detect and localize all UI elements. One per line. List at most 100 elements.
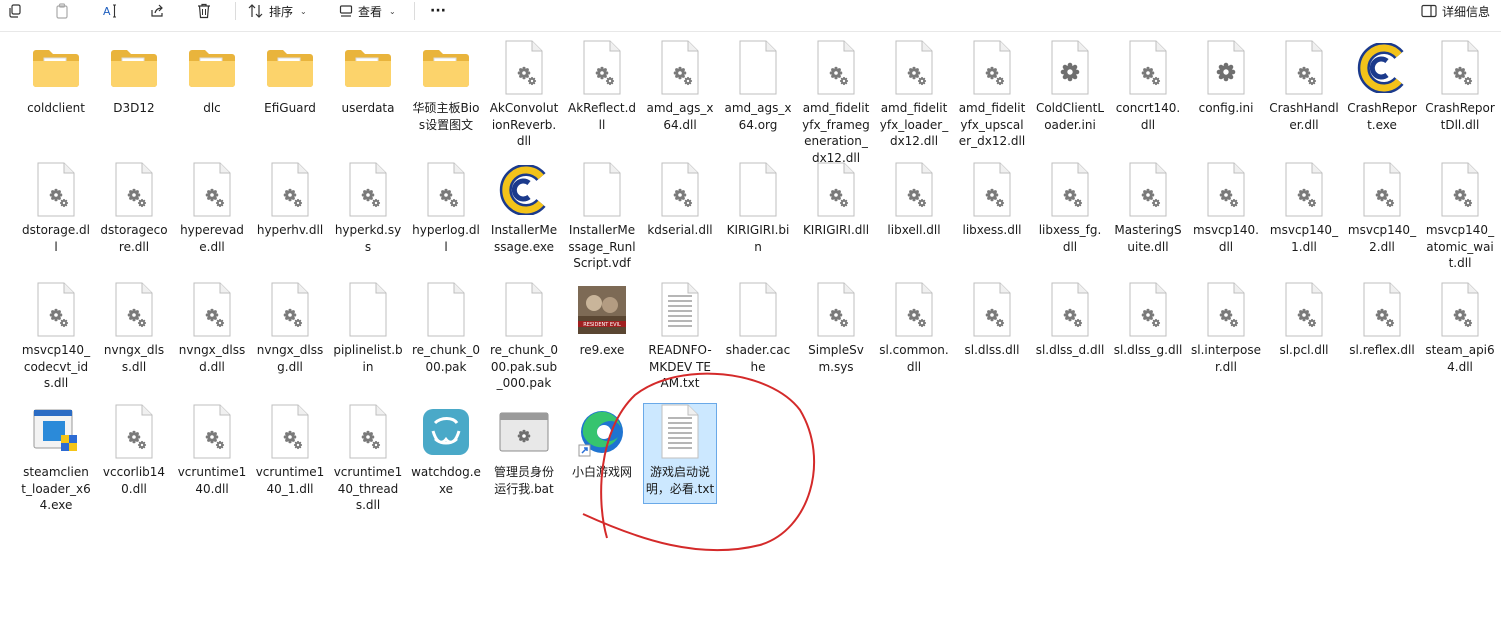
file-item[interactable]: AkConvolutionReverb.dll bbox=[488, 40, 560, 150]
file-item[interactable]: steam_api64.dll bbox=[1424, 282, 1496, 375]
dll-icon bbox=[186, 282, 238, 338]
file-item[interactable]: amd_ags_x64.org bbox=[722, 40, 794, 133]
file-item[interactable]: amd_fidelityfx_loader_dx12.dll bbox=[878, 40, 950, 150]
file-item[interactable]: sl.common.dll bbox=[878, 282, 950, 375]
file-item[interactable]: nvngx_dlssg.dll bbox=[254, 282, 326, 375]
file-item[interactable]: config.ini bbox=[1190, 40, 1262, 117]
file-item[interactable]: sl.dlss_d.dll bbox=[1034, 282, 1106, 359]
file-item[interactable]: amd_ags_x64.dll bbox=[644, 40, 716, 133]
dll-icon bbox=[498, 40, 550, 96]
file-item[interactable]: sl.reflex.dll bbox=[1346, 282, 1418, 359]
file-item[interactable]: dstorage.dll bbox=[20, 162, 92, 255]
file-item[interactable]: msvcp140_atomic_wait.dll bbox=[1424, 162, 1496, 272]
file-item[interactable]: KIRIGIRI.dll bbox=[800, 162, 872, 239]
copy-button[interactable] bbox=[8, 2, 22, 20]
file-item[interactable]: amd_fidelityfx_framegeneration_dx12.dll bbox=[800, 40, 872, 166]
file-item[interactable]: vcruntime140.dll bbox=[176, 404, 248, 497]
dll-icon bbox=[1122, 162, 1174, 218]
file-name: msvcp140_2.dll bbox=[1347, 223, 1417, 254]
file-item[interactable]: msvcp140.dll bbox=[1190, 162, 1262, 255]
ini-icon bbox=[1044, 40, 1096, 96]
paste-icon bbox=[56, 3, 68, 19]
file-item[interactable]: re_chunk_000.pak.sub_000.pak bbox=[488, 282, 560, 392]
file-item[interactable]: vcruntime140_threads.dll bbox=[332, 404, 404, 514]
dll-icon bbox=[264, 282, 316, 338]
file-name: D3D12 bbox=[113, 101, 155, 115]
file-item[interactable]: libxell.dll bbox=[878, 162, 950, 239]
file-item[interactable]: hyperevade.dll bbox=[176, 162, 248, 255]
file-item[interactable]: concrt140.dll bbox=[1112, 40, 1184, 133]
dll-icon bbox=[108, 404, 160, 460]
file-item[interactable]: userdata bbox=[332, 40, 404, 117]
chevron-down-icon: ⌄ bbox=[389, 6, 396, 16]
file-item[interactable]: shader.cache bbox=[722, 282, 794, 375]
file-item[interactable]: sl.interposer.dll bbox=[1190, 282, 1262, 375]
file-item[interactable]: kdserial.dll bbox=[644, 162, 716, 239]
file-item[interactable]: CrashReport.exe bbox=[1346, 40, 1418, 133]
file-item[interactable]: D3D12 bbox=[98, 40, 170, 117]
file-item[interactable]: sl.dlss_g.dll bbox=[1112, 282, 1184, 359]
file-item[interactable]: 小白游戏网 bbox=[566, 404, 638, 481]
file-item[interactable]: steamclient_loader_x64.exe bbox=[20, 404, 92, 514]
file-item[interactable]: nvngx_dlssd.dll bbox=[176, 282, 248, 375]
file-item[interactable]: 华硕主板Bios设置图文 bbox=[410, 40, 482, 133]
file-item[interactable]: EfiGuard bbox=[254, 40, 326, 117]
paste-button[interactable] bbox=[55, 2, 69, 20]
file-item[interactable]: dlc bbox=[176, 40, 248, 117]
copy-icon bbox=[9, 4, 21, 18]
delete-button[interactable] bbox=[197, 2, 211, 20]
file-item[interactable]: sl.pcl.dll bbox=[1268, 282, 1340, 359]
view-label: 查看 bbox=[358, 4, 383, 19]
more-options-button[interactable]: ··· bbox=[430, 2, 446, 20]
sort-button[interactable]: 排序 ⌄ bbox=[248, 2, 307, 20]
txt-icon bbox=[654, 282, 706, 338]
file-item[interactable]: MasteringSuite.dll bbox=[1112, 162, 1184, 255]
rename-button[interactable]: A bbox=[102, 2, 118, 20]
file-item[interactable]: dstoragecore.dll bbox=[98, 162, 170, 255]
file-item[interactable]: 游戏启动说明，必看.txt bbox=[643, 402, 717, 505]
file-item[interactable]: nvngx_dlss.dll bbox=[98, 282, 170, 375]
file-name: libxess_fg.dll bbox=[1038, 223, 1102, 254]
share-button[interactable] bbox=[149, 2, 165, 20]
file-item[interactable]: CrashHandler.dll bbox=[1268, 40, 1340, 133]
file-item[interactable]: 管理员身份运行我.bat bbox=[488, 404, 560, 497]
file-item[interactable]: hyperhv.dll bbox=[254, 162, 326, 239]
file-name: amd_fidelityfx_loader_dx12.dll bbox=[879, 101, 949, 149]
file-item[interactable]: ColdClientLoader.ini bbox=[1034, 40, 1106, 133]
file-item[interactable]: libxess.dll bbox=[956, 162, 1028, 239]
file-item[interactable]: hyperlog.dll bbox=[410, 162, 482, 255]
file-name: concrt140.dll bbox=[1115, 101, 1181, 132]
file-item[interactable]: msvcp140_2.dll bbox=[1346, 162, 1418, 255]
file-item[interactable]: SimpleSvm.sys bbox=[800, 282, 872, 375]
view-button[interactable]: 查看 ⌄ bbox=[339, 2, 396, 20]
file-item[interactable]: piplinelist.bin bbox=[332, 282, 404, 375]
file-item[interactable]: vccorlib140.dll bbox=[98, 404, 170, 497]
file-name: KIRIGIRI.dll bbox=[802, 223, 870, 237]
file-item[interactable]: vcruntime140_1.dll bbox=[254, 404, 326, 497]
file-item[interactable]: libxess_fg.dll bbox=[1034, 162, 1106, 255]
bat-icon bbox=[498, 404, 550, 460]
more-icon: ··· bbox=[430, 3, 446, 19]
toolbar-divider bbox=[235, 2, 236, 20]
file-item[interactable]: CrashReportDll.dll bbox=[1424, 40, 1496, 133]
file-item[interactable]: coldclient bbox=[20, 40, 92, 117]
file-item[interactable]: KIRIGIRI.bin bbox=[722, 162, 794, 255]
file-item[interactable]: amd_fidelityfx_upscaler_dx12.dll bbox=[956, 40, 1028, 150]
file-item[interactable]: READNFO-MKDEV TEAM.txt bbox=[644, 282, 716, 392]
file-item[interactable]: AkReflect.dll bbox=[566, 40, 638, 133]
file-item[interactable]: InstallerMessage_RunlScript.vdf bbox=[566, 162, 638, 272]
file-name: hyperhv.dll bbox=[256, 223, 324, 237]
file-item[interactable]: watchdog.exe bbox=[410, 404, 482, 497]
file-name: re9.exe bbox=[579, 343, 625, 357]
folder-icon bbox=[108, 40, 160, 96]
file-item[interactable]: hyperkd.sys bbox=[332, 162, 404, 255]
file-item[interactable]: InstallerMessage.exe bbox=[488, 162, 560, 255]
file-item[interactable]: msvcp140_1.dll bbox=[1268, 162, 1340, 255]
details-pane-button[interactable]: 详细信息 bbox=[1421, 2, 1490, 20]
file-item[interactable]: sl.dlss.dll bbox=[956, 282, 1028, 359]
file-item[interactable]: msvcp140_codecvt_ids.dll bbox=[20, 282, 92, 392]
dll-icon bbox=[1278, 40, 1330, 96]
file-item[interactable]: RESIDENT EVIL re9.exe bbox=[566, 282, 638, 359]
command-bar: A 排序 ⌄ 查看 ⌄ ··· 详细信息 bbox=[0, 0, 1501, 26]
file-item[interactable]: re_chunk_000.pak bbox=[410, 282, 482, 375]
